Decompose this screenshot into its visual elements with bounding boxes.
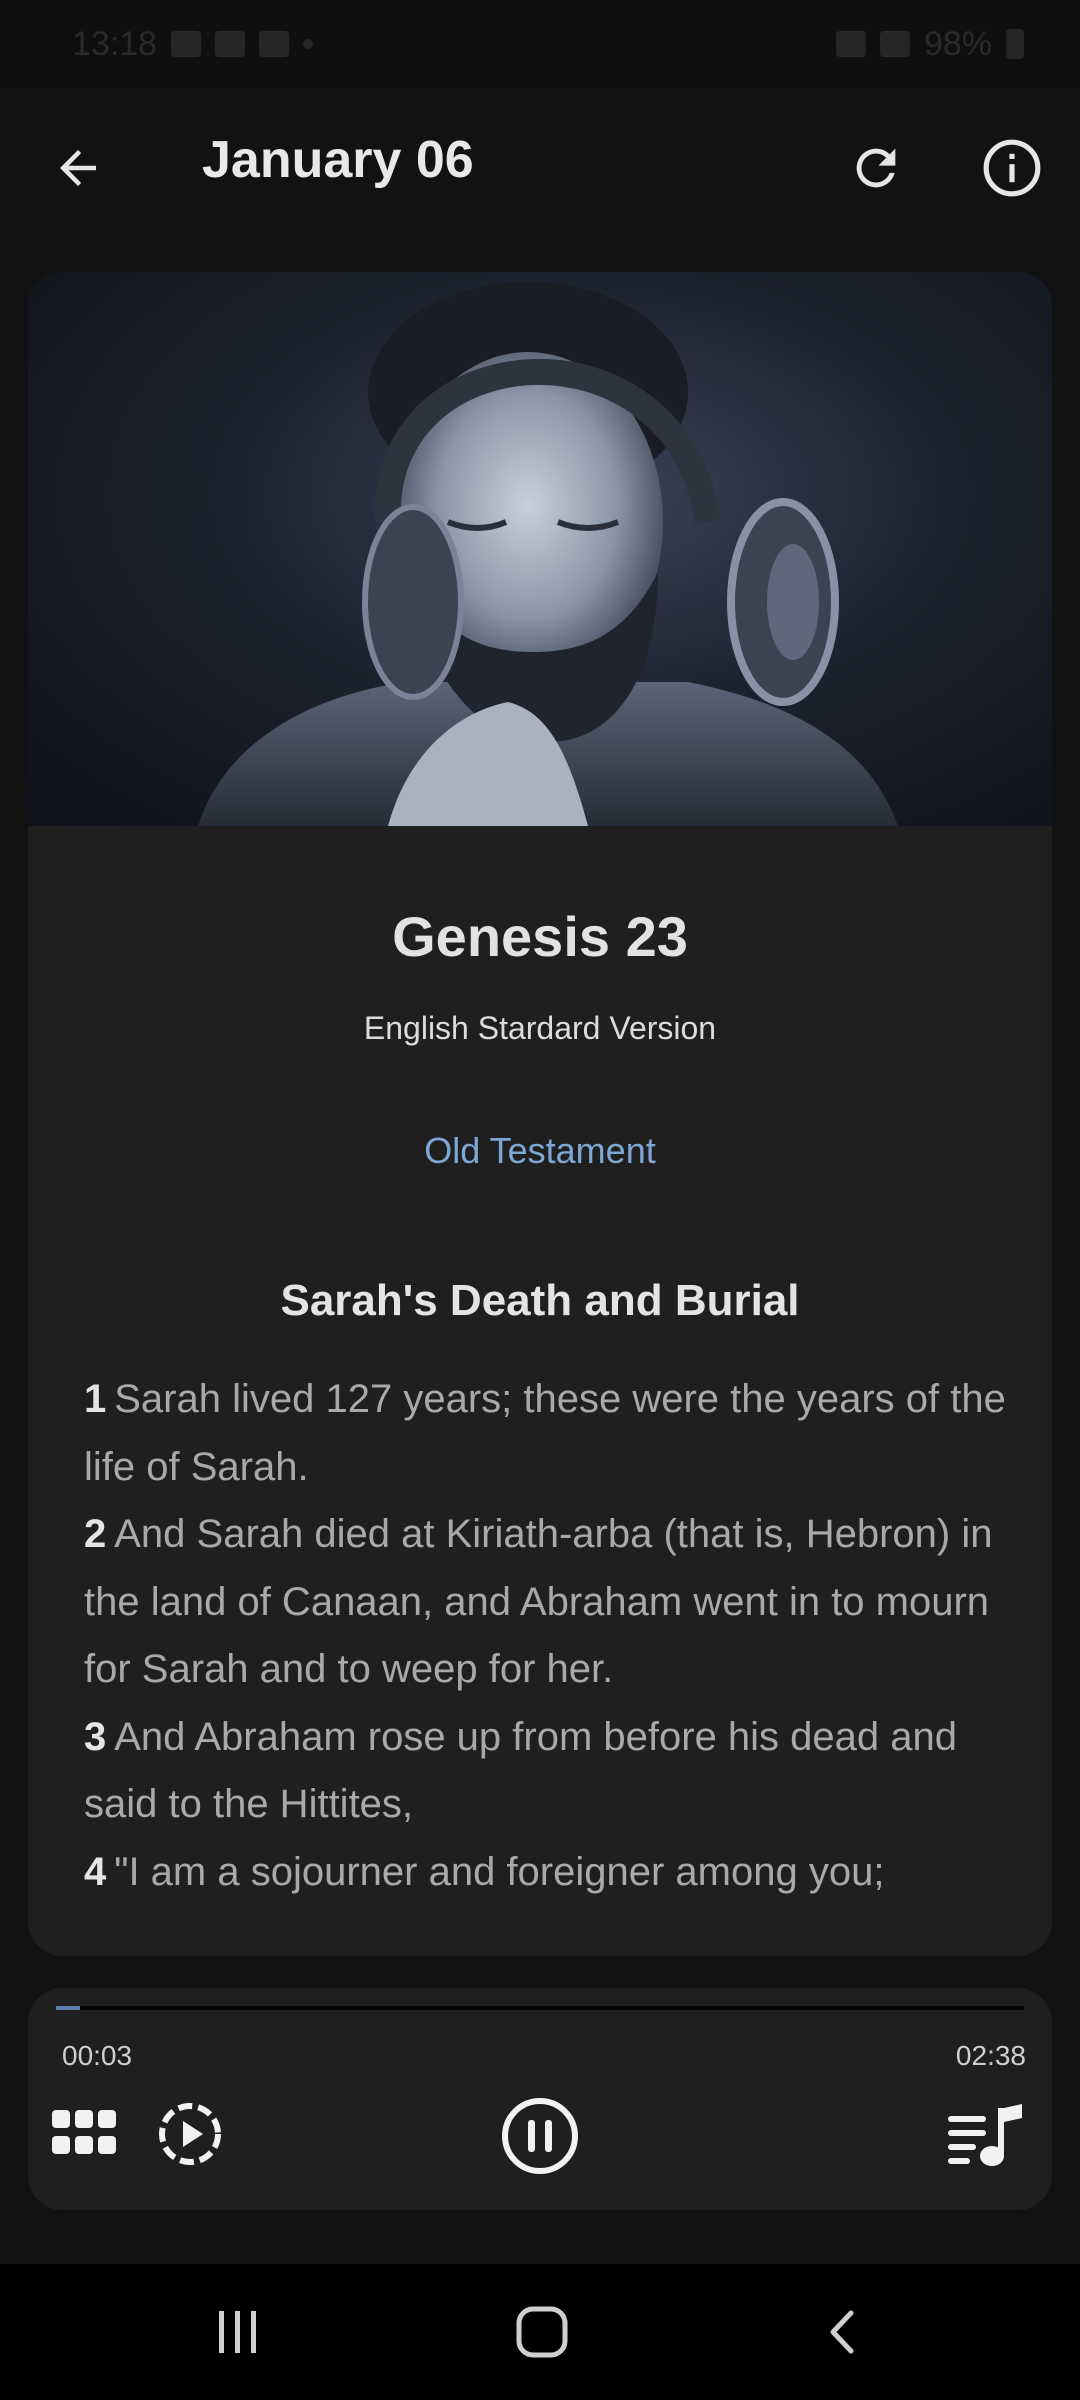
audio-player: 00:03 02:38 xyxy=(28,1988,1052,2210)
mail-icon xyxy=(259,31,290,57)
total-time: 02:38 xyxy=(955,2040,1026,2071)
autoplay-button[interactable] xyxy=(150,2094,230,2174)
playlist-button[interactable] xyxy=(946,2096,1026,2176)
verse-text: Sarah lived 127 years; these were the ye… xyxy=(84,1377,1006,1489)
system-nav-bar xyxy=(0,2264,1080,2400)
autoplay-icon xyxy=(159,2103,221,2165)
status-time: 13:18 xyxy=(72,24,158,63)
refresh-icon xyxy=(856,148,896,188)
verse-number: 1 xyxy=(84,1377,107,1421)
testament-link[interactable]: Old Testament xyxy=(28,1130,1052,1172)
info-button[interactable] xyxy=(970,126,1054,210)
info-icon xyxy=(983,139,1041,197)
status-bar: 13:18 98% xyxy=(0,0,1080,88)
page-title: January 06 xyxy=(202,131,474,189)
verse-number: 2 xyxy=(84,1512,107,1556)
verse: 1 Sarah lived 127 years; these were the y… xyxy=(84,1366,1024,1501)
current-time: 00:03 xyxy=(62,2040,133,2071)
home-icon xyxy=(516,2306,568,2358)
back-button[interactable] xyxy=(36,126,120,210)
grid-icon xyxy=(52,2110,116,2154)
arrow-left-icon xyxy=(60,150,96,186)
app-bar: January 06 xyxy=(0,88,1080,248)
verse: 3 And Abraham rose up from before his dea… xyxy=(84,1704,1024,1839)
grid-button[interactable] xyxy=(50,2100,118,2168)
verse-text: And Sarah died at Kiriath-arba (that is,… xyxy=(84,1512,993,1691)
wifi-icon xyxy=(835,31,866,57)
pause-icon xyxy=(502,2098,578,2174)
signal-icon xyxy=(879,31,910,57)
verse-text: And Abraham rose up from before his dead… xyxy=(84,1714,958,1827)
verse-number: 3 xyxy=(84,1714,107,1759)
verse: 4 "I am a sojourner and foreigner among y… xyxy=(84,1839,1024,1907)
section-heading: Sarah's Death and Burial xyxy=(280,1276,800,1325)
hero-image xyxy=(28,272,1052,826)
chevron-left-icon xyxy=(830,2310,854,2354)
system-back-button[interactable] xyxy=(802,2290,886,2374)
verse-number: 4 xyxy=(84,1849,107,1894)
seek-bar[interactable] xyxy=(56,2006,1024,2010)
verse: 2 And Sarah died at Kiriath-arba (that is… xyxy=(84,1501,1024,1704)
home-button[interactable] xyxy=(500,2290,584,2374)
pause-button[interactable] xyxy=(498,2094,582,2178)
reading-card: Genesis 23 English Stardard Version Old … xyxy=(28,272,1052,1956)
verse-list: 1 Sarah lived 127 years; these were the y… xyxy=(84,1366,1024,1906)
battery-percent: 98% xyxy=(923,24,992,63)
verse-text: "I am a sojourner and foreigner among yo… xyxy=(114,1849,885,1894)
refresh-button[interactable] xyxy=(834,126,918,210)
gallery-icon xyxy=(171,31,202,57)
bible-version: English Stardard Version xyxy=(363,1010,717,1046)
seek-progress xyxy=(56,2006,81,2010)
dot-icon xyxy=(303,39,314,49)
chapter-title: Genesis 23 xyxy=(392,905,688,968)
recent-apps-button[interactable] xyxy=(196,2290,280,2374)
playlist-music-icon xyxy=(948,2104,1022,2166)
settings-icon xyxy=(215,31,246,57)
battery-icon xyxy=(1006,29,1024,59)
man-with-headphones-illustration xyxy=(198,282,898,826)
recent-apps-icon xyxy=(219,2311,256,2353)
